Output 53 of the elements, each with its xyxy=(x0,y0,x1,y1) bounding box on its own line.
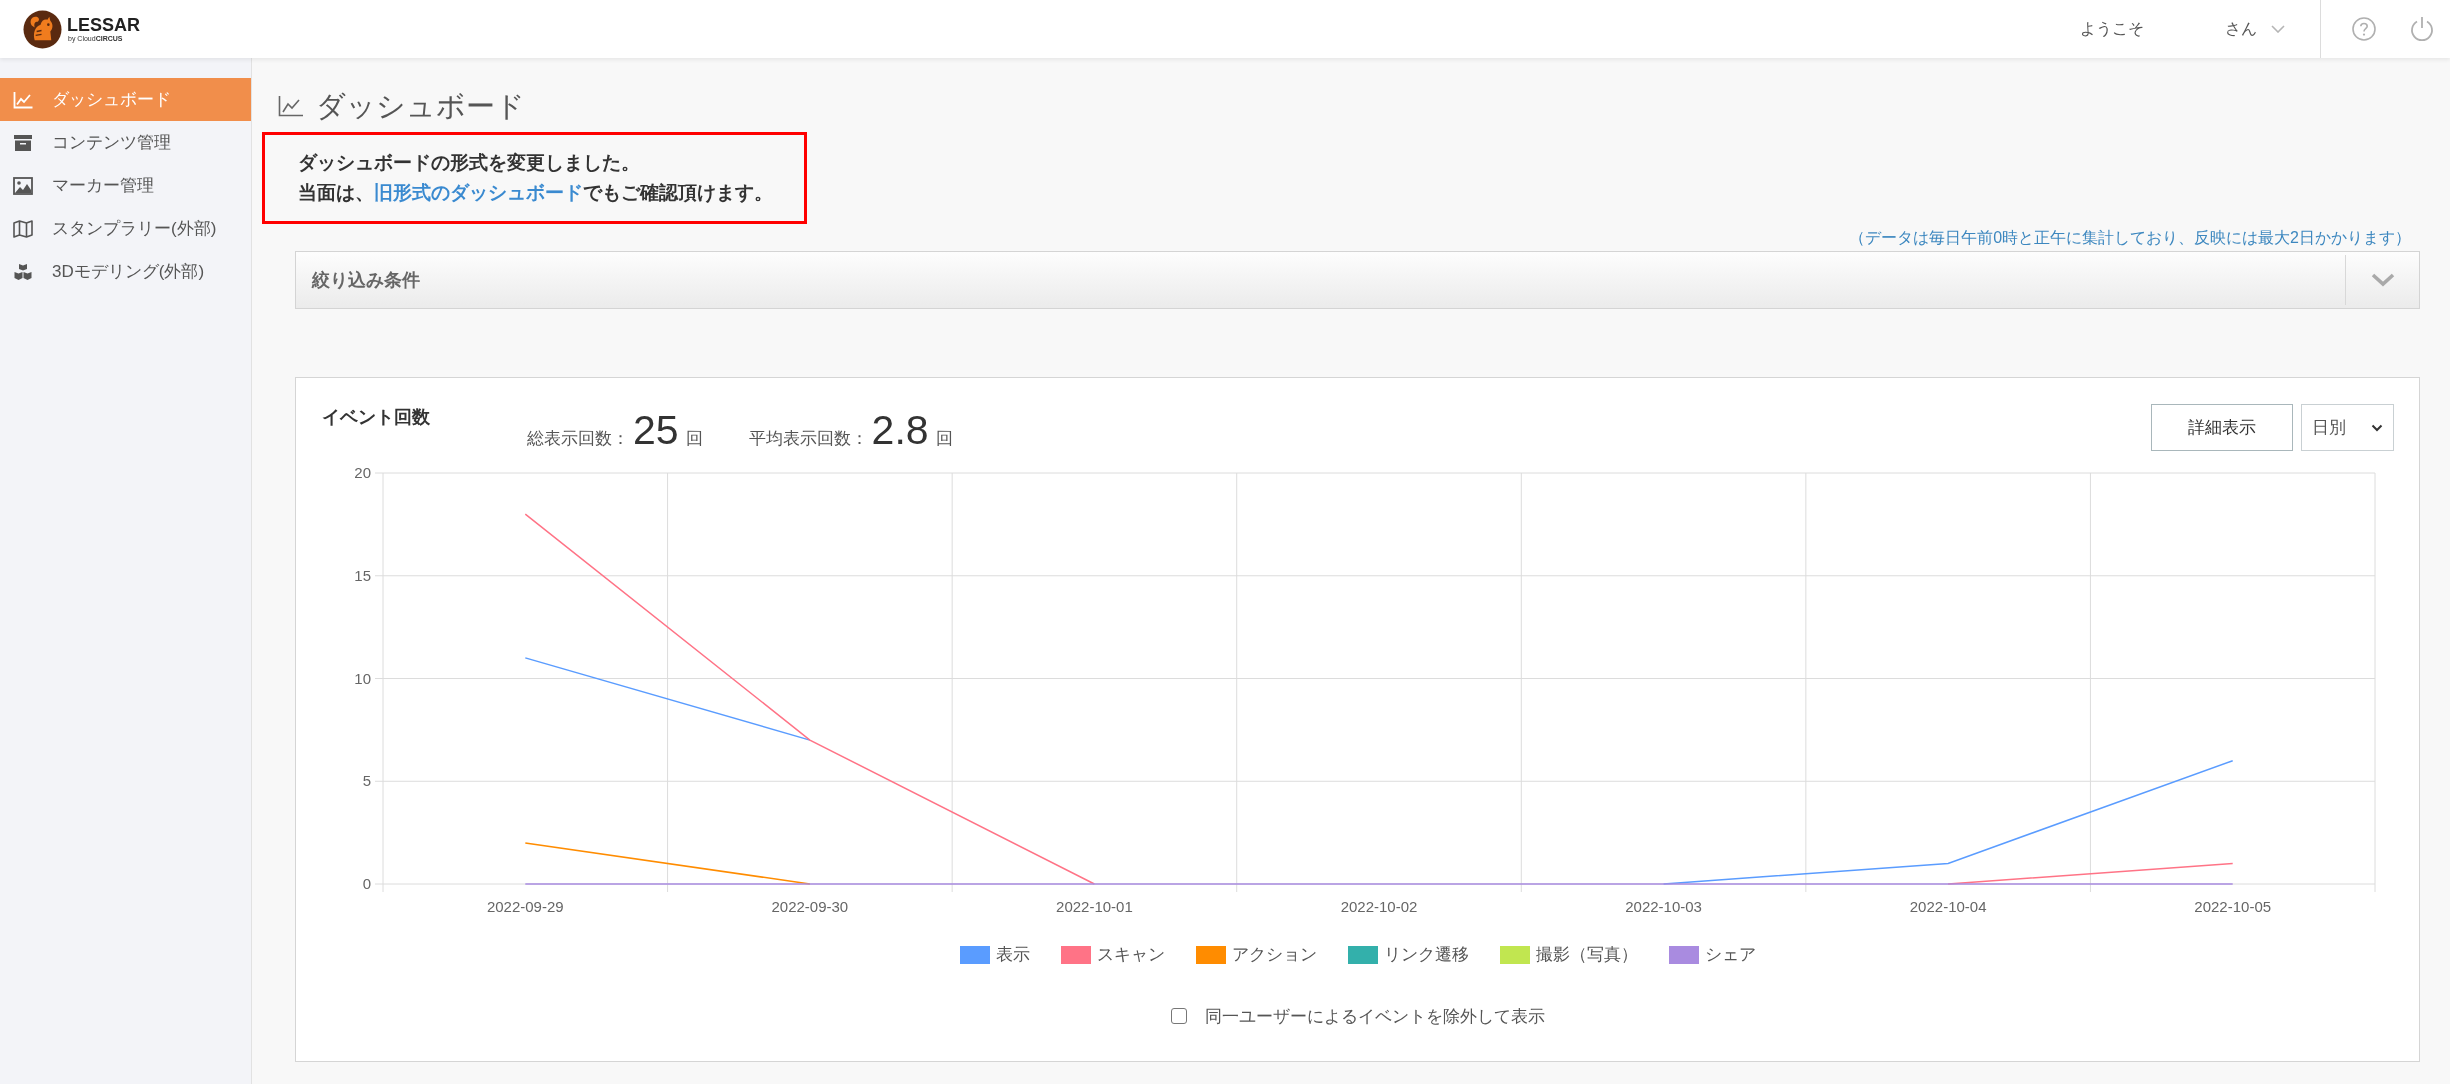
data-update-note: （データは毎日午前0時と正午に集計しており、反映には最大2日かかります） xyxy=(1849,228,2411,248)
stat-label: 総表示回数： xyxy=(527,428,629,450)
notice-text: 当面は、旧形式のダッシュボードでもご確認頂けます。 xyxy=(298,181,773,205)
image-icon xyxy=(13,176,33,195)
legend-label: 撮影（写真） xyxy=(1536,945,1638,965)
sidebar-item[interactable]: スタンプラリー(外部) xyxy=(0,207,251,250)
stat-label: 平均表示回数： xyxy=(748,428,868,450)
x-axis-label: 2022-10-03 xyxy=(1625,898,1702,915)
legend-label: アクション xyxy=(1232,945,1317,965)
detail-button[interactable]: 詳細表示 xyxy=(2151,404,2293,451)
folded-map-icon xyxy=(13,219,33,238)
legend-label: スキャン xyxy=(1097,945,1165,965)
cubes-icon xyxy=(13,262,33,281)
page-title: ダッシュボード xyxy=(316,89,525,124)
sidebar-item[interactable]: コンテンツ管理 xyxy=(0,121,251,164)
sidebar-item[interactable]: 3Dモデリング(外部) xyxy=(0,250,251,293)
y-axis-label: 5 xyxy=(362,772,371,790)
stat-unit: 回 xyxy=(935,428,953,450)
chevron-icon xyxy=(2370,273,2395,287)
x-axis-label: 2022-09-30 xyxy=(771,898,849,915)
y-axis-label: 10 xyxy=(354,669,371,687)
legend-label: 表示 xyxy=(996,945,1030,965)
caret-icon xyxy=(2271,25,2285,33)
y-axis-label: 20 xyxy=(354,465,371,481)
sidebar-item[interactable]: マーカー管理 xyxy=(0,164,251,207)
y-axis-label: 0 xyxy=(362,875,371,892)
stat-unit: 回 xyxy=(685,428,703,450)
period-select[interactable]: 日別 xyxy=(2301,404,2394,451)
stat-value: 2.8 xyxy=(871,410,929,451)
notice-text: ダッシュボードの形式を変更しました。 xyxy=(298,151,641,175)
legend-label: リンク遷移 xyxy=(1384,945,1469,965)
x-axis-label: 2022-09-29 xyxy=(486,898,564,915)
welcome-text: ようこそ xyxy=(2080,18,2144,39)
brand-name: LESSAR xyxy=(67,15,140,35)
chevron-icon xyxy=(2371,423,2383,432)
logo-icon xyxy=(23,9,62,49)
line-chart-icon xyxy=(13,90,33,109)
power-icon[interactable] xyxy=(2410,16,2434,42)
x-axis-label: 2022-10-04 xyxy=(1909,898,1987,915)
help-icon[interactable] xyxy=(2352,17,2376,41)
y-axis-label: 15 xyxy=(354,566,371,584)
legend-label: シェア xyxy=(1705,945,1756,965)
x-axis-label: 2022-10-05 xyxy=(2194,898,2272,915)
filter-title: 絞り込み条件 xyxy=(312,269,420,292)
card-title: イベント回数 xyxy=(322,406,430,429)
user-menu-button[interactable]: さん xyxy=(2225,18,2285,40)
x-axis-label: 2022-10-02 xyxy=(1340,898,1418,915)
checkbox-label: 同一ユーザーによるイベントを除外して表示 xyxy=(1205,1005,1545,1028)
archive-box-icon xyxy=(13,133,33,152)
x-axis-label: 2022-10-01 xyxy=(1056,898,1133,915)
stat-value: 25 xyxy=(633,410,679,451)
line-chart-icon xyxy=(278,95,304,117)
checkbox[interactable] xyxy=(1171,1008,1187,1024)
